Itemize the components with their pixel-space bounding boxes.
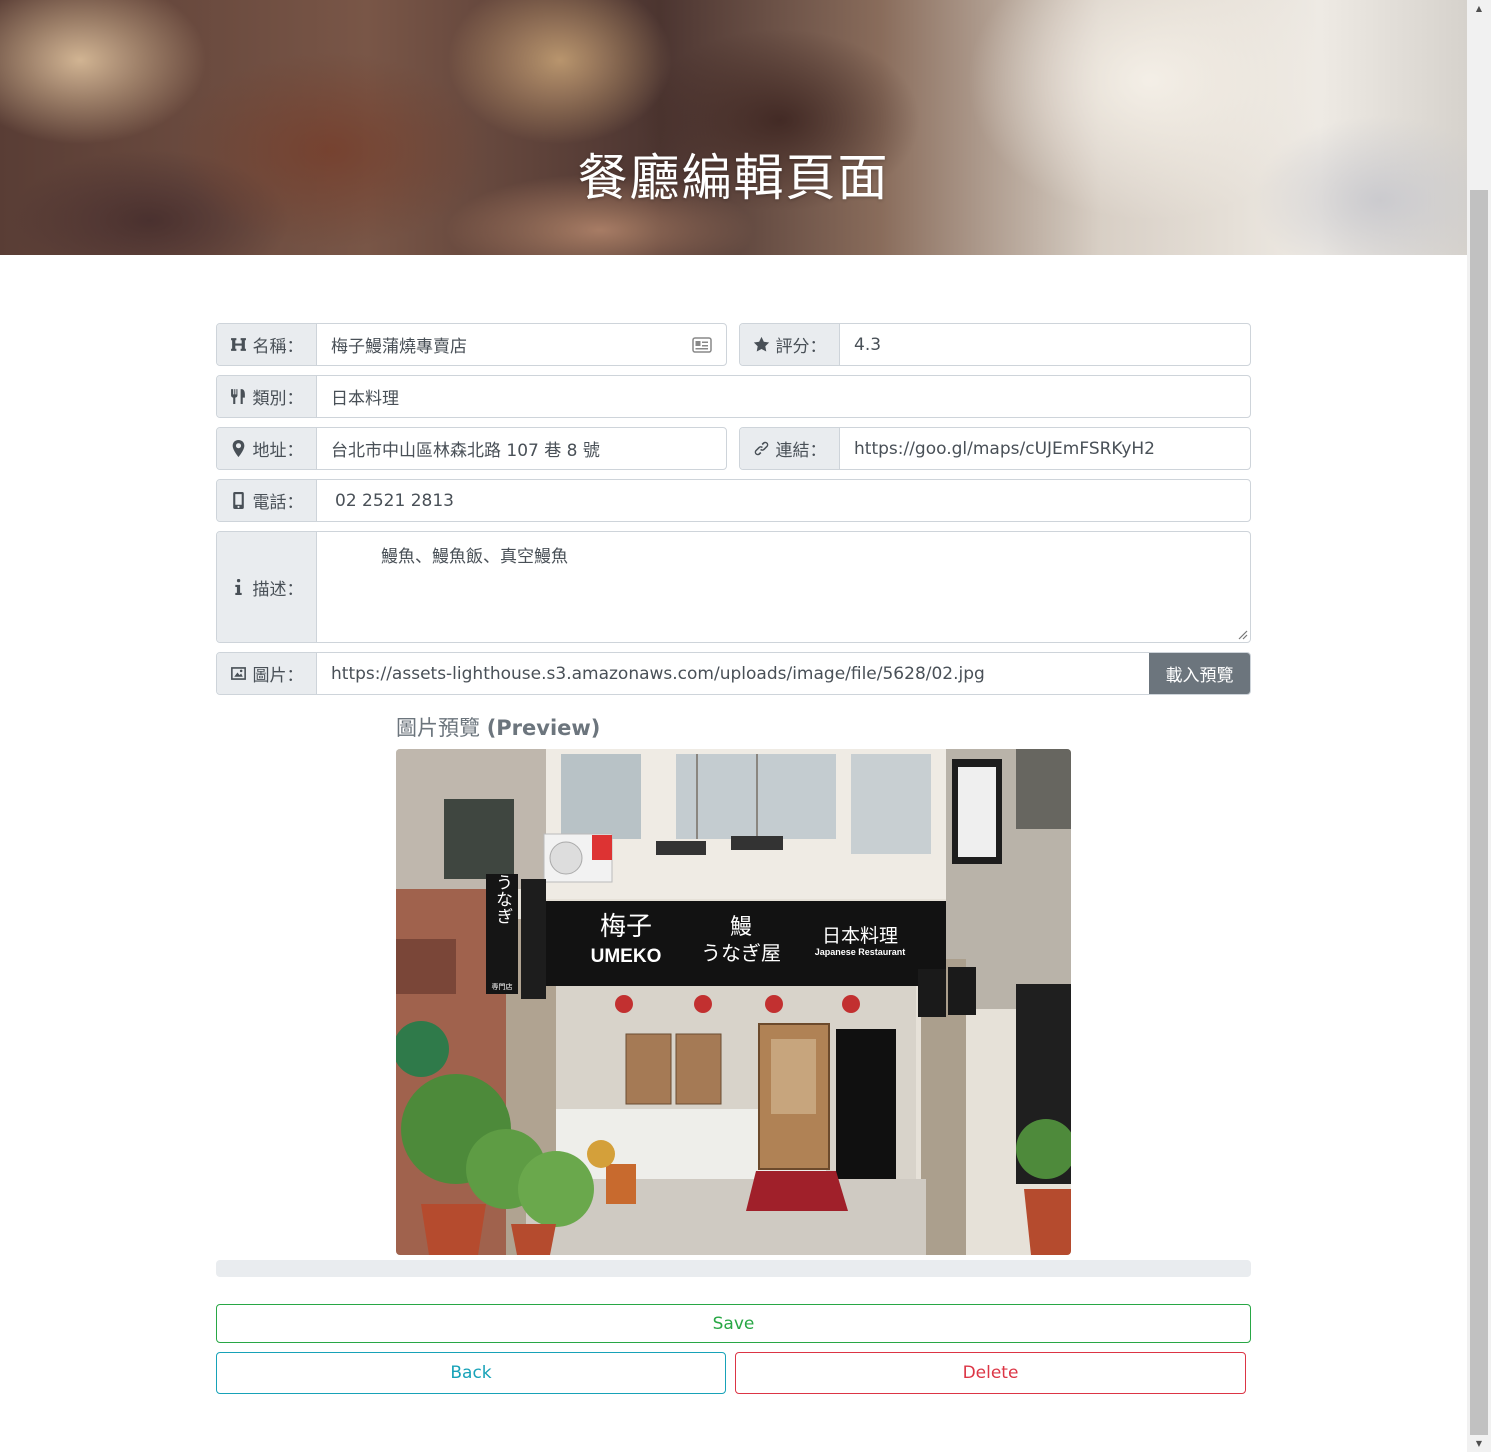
link-addon: 連結： — [740, 428, 840, 469]
rating-input-group: 評分： 4.3 — [739, 323, 1251, 366]
description-addon: 描述： — [217, 532, 317, 642]
sign-eel-kana: うなぎ屋 — [701, 941, 781, 965]
contact-card-icon — [692, 336, 712, 353]
star-icon — [753, 336, 769, 352]
category-addon: 類別： — [217, 376, 317, 417]
vertical-scrollbar[interactable]: ▲ ▼ — [1467, 0, 1491, 1452]
save-button[interactable]: Save — [216, 1304, 1251, 1343]
mobile-icon — [232, 492, 244, 509]
category-input[interactable]: 日本料理 — [317, 376, 1250, 417]
name-label: 名稱： — [252, 337, 304, 357]
map-marker-icon — [232, 440, 244, 457]
image-label: 圖片： — [252, 666, 304, 686]
preview-label-en: (Preview) — [486, 716, 601, 740]
sign-eel-kanji: 鰻 — [730, 915, 752, 940]
name-value: 梅子鰻蒲燒專賣店 — [331, 337, 467, 357]
resize-grip-icon[interactable] — [1236, 628, 1248, 640]
scroll-thumb[interactable] — [1470, 190, 1488, 1435]
preview-image: 梅子 UMEKO 鰻 うなぎ屋 日本料理 Japanese Restaurant… — [396, 749, 1071, 1255]
phone-label: 電話： — [252, 493, 304, 513]
address-input-group: 地址： 台北市中山區林森北路 107 巷 8 號 — [216, 427, 727, 470]
preview-heading: 圖片預覽 (Preview) — [396, 712, 600, 742]
category-label: 類別： — [252, 389, 304, 409]
header-banner: 餐廳編輯頁面 — [0, 0, 1467, 255]
info-icon — [234, 578, 242, 595]
image-input-group: 圖片： https://assets-lighthouse.s3.amazona… — [216, 652, 1251, 695]
rating-input[interactable]: 4.3 — [840, 324, 1250, 365]
category-value: 日本料理 — [331, 389, 399, 409]
description-input-group: 描述： 鰻魚、鰻魚飯、真空鰻魚 — [216, 531, 1251, 643]
scroll-up-arrow-icon[interactable]: ▲ — [1467, 0, 1491, 17]
link-value: https://goo.gl/maps/cUJEmFSRKyH2 — [854, 438, 1155, 459]
name-addon: 名稱： — [217, 324, 317, 365]
phone-input[interactable]: 02 2521 2813 — [317, 480, 1250, 521]
heading-icon — [230, 338, 246, 351]
side-sign-small-text: 専門店 — [492, 982, 513, 991]
restaurant-storefront-photo: 梅子 UMEKO 鰻 うなぎ屋 日本料理 Japanese Restaurant… — [396, 749, 1071, 1255]
load-preview-button[interactable]: 載入預覽 — [1149, 653, 1250, 694]
preview-label: 圖片預覽 — [396, 716, 480, 740]
image-addon: 圖片： — [217, 653, 317, 694]
description-label: 描述： — [252, 579, 304, 600]
image-url-input[interactable]: https://assets-lighthouse.s3.amazonaws.c… — [317, 653, 1149, 694]
delete-button[interactable]: Delete — [735, 1352, 1246, 1394]
upload-progress-bar — [216, 1260, 1251, 1277]
name-input[interactable]: 梅子鰻蒲燒專賣店 — [317, 324, 726, 365]
address-value: 台北市中山區林森北路 107 巷 8 號 — [331, 441, 600, 461]
phone-addon: 電話： — [217, 480, 317, 521]
sign-cuisine-en: Japanese Restaurant — [815, 947, 906, 957]
link-icon — [754, 441, 768, 456]
rating-addon: 評分： — [740, 324, 840, 365]
image-url-value: https://assets-lighthouse.s3.amazonaws.c… — [331, 663, 985, 684]
sign-name-en: UMEKO — [591, 946, 662, 967]
rating-value: 4.3 — [854, 334, 882, 355]
image-icon — [230, 667, 246, 680]
phone-value: 02 2521 2813 — [335, 490, 454, 511]
scroll-down-arrow-icon[interactable]: ▼ — [1467, 1435, 1491, 1452]
link-input-group: 連結： https://goo.gl/maps/cUJEmFSRKyH2 — [739, 427, 1251, 470]
rating-label: 評分： — [775, 337, 827, 357]
description-value: 鰻魚、鰻魚飯、真空鰻魚 — [381, 547, 568, 567]
description-textarea[interactable]: 鰻魚、鰻魚飯、真空鰻魚 — [317, 532, 1250, 642]
link-input[interactable]: https://goo.gl/maps/cUJEmFSRKyH2 — [840, 428, 1250, 469]
address-input[interactable]: 台北市中山區林森北路 107 巷 8 號 — [317, 428, 726, 469]
phone-input-group: 電話： 02 2521 2813 — [216, 479, 1251, 522]
sign-cuisine-jp: 日本料理 — [822, 925, 898, 947]
link-label: 連結： — [775, 441, 827, 461]
sign-name-jp: 梅子 — [600, 912, 652, 942]
back-button[interactable]: Back — [216, 1352, 726, 1394]
utensils-icon — [230, 389, 245, 404]
address-label: 地址： — [252, 441, 304, 461]
page-title: 餐廳編輯頁面 — [577, 149, 890, 207]
side-sign-text: うなぎ — [492, 874, 512, 925]
address-addon: 地址： — [217, 428, 317, 469]
name-input-group: 名稱： 梅子鰻蒲燒專賣店 — [216, 323, 727, 366]
category-input-group: 類別： 日本料理 — [216, 375, 1251, 418]
